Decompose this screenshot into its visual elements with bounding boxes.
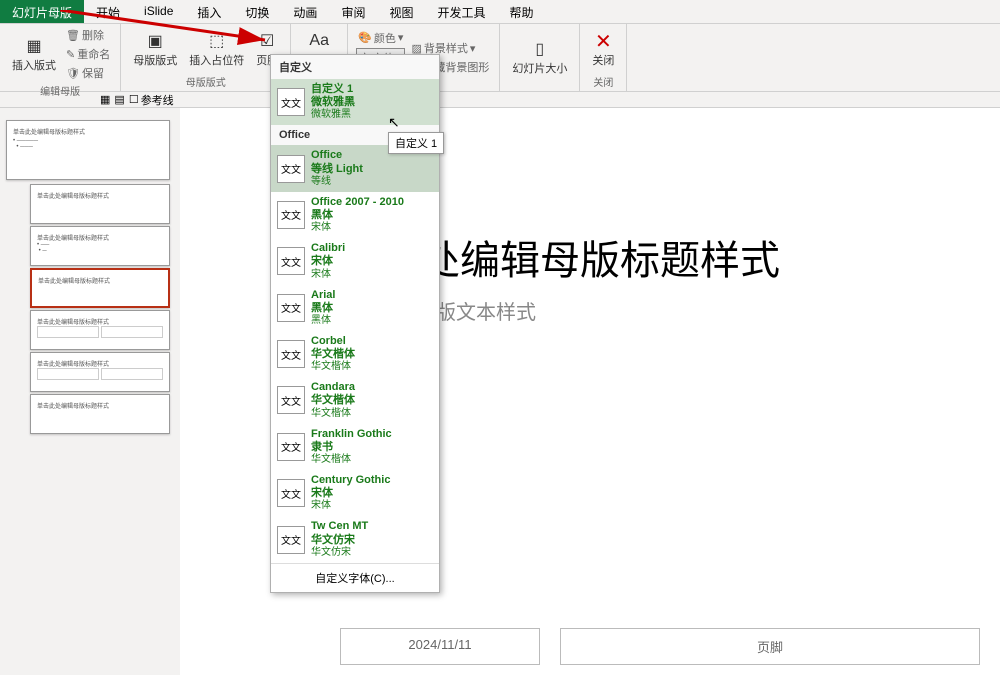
thumb-layout-4[interactable]: 单击此处编辑母版标题样式 [30, 310, 170, 350]
dropdown-header-custom: 自定义 [271, 55, 439, 79]
tab-transitions[interactable]: 切换 [233, 0, 281, 23]
ribbon-group-master-layout: ▣ 母版版式 ⬚ 插入占位符 ☑ 页脚 母版版式 [121, 24, 291, 91]
themes-icon: Aa [309, 31, 329, 51]
tab-islide[interactable]: iSlide [132, 0, 185, 23]
thumb-layout-6[interactable]: 单击此处编辑母版标题样式 [30, 394, 170, 434]
workspace: 单击此处编辑母版标题样式• ───── • ─── 单击此处编辑母版标题样式 单… [0, 108, 1000, 675]
guides-checkbox[interactable]: ☐参考线 [129, 92, 174, 108]
customize-fonts-button[interactable]: 自定义字体(C)... [271, 563, 439, 592]
thumb-layout-5[interactable]: 单击此处编辑母版标题样式 [30, 352, 170, 392]
checkbox-icon: ☐ [129, 93, 139, 106]
tab-animations[interactable]: 动画 [281, 0, 329, 23]
font-preview-icon: 文文 [277, 294, 305, 322]
layout-icon: ▦ [24, 36, 44, 56]
footer-placeholder[interactable]: 页脚 [560, 628, 980, 665]
group-label-edit-master: 编辑母版 [40, 83, 80, 98]
font-scheme-twcen[interactable]: 文文 Tw Cen MT华文仿宋华文仿宋 [271, 516, 439, 562]
delete-button[interactable]: 🗑删除 [64, 26, 112, 44]
font-scheme-century[interactable]: 文文 Century Gothic宋体宋体 [271, 470, 439, 516]
master-subtitle-placeholder[interactable]: 处编辑母版文本样式 [356, 296, 1000, 325]
close-master-button[interactable]: ✕ 关闭 关闭母版视图 [588, 29, 618, 70]
master-layout-icon: ▣ [145, 31, 165, 51]
group-label-master-layout: 母版版式 [186, 74, 226, 89]
thumb-layout-1[interactable]: 单击此处编辑母版标题样式 [30, 184, 170, 224]
ribbon-group-size: ▯ 幻灯片大小 [500, 24, 580, 91]
chevron-down-icon: ▾ [398, 31, 404, 44]
font-scheme-arial[interactable]: 文文 Arial黑体黑体 [271, 285, 439, 331]
font-preview-icon: 文文 [277, 88, 305, 116]
font-preview-icon: 文文 [277, 526, 305, 554]
tab-help[interactable]: 帮助 [497, 0, 545, 23]
chevron-down-icon: ▾ [470, 42, 476, 55]
font-preview-icon: 文文 [277, 433, 305, 461]
footer-icon: ☑ [257, 31, 277, 51]
slide-size-button[interactable]: ▯ 幻灯片大小 [508, 37, 571, 78]
cursor-icon: ↖ [388, 114, 400, 131]
font-preview-icon: 文文 [277, 247, 305, 275]
thumb-master[interactable]: 单击此处编辑母版标题样式• ───── • ─── [6, 120, 170, 180]
font-scheme-office-2007[interactable]: 文文 Office 2007 - 2010黑体宋体 [271, 192, 439, 238]
ribbon-group-close: ✕ 关闭 关闭母版视图 关闭 [580, 24, 627, 91]
font-scheme-custom-1[interactable]: 文文 自定义 1微软雅黑微软雅黑 [271, 79, 439, 125]
ruler-bar: ▦ ▤ ☐参考线 [0, 92, 1000, 108]
insert-layout-label: 插入版式 [12, 57, 56, 73]
preserve-button[interactable]: 🛡保留 [64, 64, 112, 82]
tooltip: 自定义 1 [388, 132, 444, 154]
font-scheme-franklin[interactable]: 文文 Franklin Gothic隶书华文楷体 [271, 424, 439, 470]
placeholder-icon: ⬚ [207, 31, 227, 51]
ribbon-tabs: 幻灯片母版 开始 iSlide 插入 切换 动画 审阅 视图 开发工具 帮助 [0, 0, 1000, 24]
font-preview-icon: 文文 [277, 340, 305, 368]
thumb-layout-3[interactable]: 单击此处编辑母版标题样式 [30, 268, 170, 308]
ribbon: ▦ 插入版式 🗑删除 ✎重命名 🛡保留 编辑母版 ▣ 母版版式 ⬚ 插入占位符 … [0, 24, 1000, 92]
insert-layout-button[interactable]: ▦ 插入版式 [8, 34, 60, 75]
delete-icon: 🗑 [66, 29, 80, 42]
size-icon: ▯ [530, 39, 550, 59]
colors-button[interactable]: 🎨颜色▾ [356, 29, 405, 47]
colors-icon: 🎨 [358, 31, 372, 44]
font-preview-icon: 文文 [277, 386, 305, 414]
tab-review[interactable]: 审阅 [329, 0, 377, 23]
rename-icon: ✎ [66, 48, 75, 61]
tab-insert[interactable]: 插入 [185, 0, 233, 23]
font-preview-icon: 文文 [277, 479, 305, 507]
font-scheme-candara[interactable]: 文文 Candara华文楷体华文楷体 [271, 377, 439, 423]
tab-slide-master[interactable]: 幻灯片母版 [0, 0, 84, 23]
font-scheme-calibri[interactable]: 文文 Calibri宋体宋体 [271, 238, 439, 284]
master-layout-button[interactable]: ▣ 母版版式 [129, 29, 181, 70]
tab-dev[interactable]: 开发工具 [425, 0, 497, 23]
font-preview-icon: 文文 [277, 155, 305, 183]
ruler-icon-2: ▤ [114, 93, 124, 106]
group-label-close: 关闭 [593, 74, 613, 89]
ribbon-group-edit-master: ▦ 插入版式 🗑删除 ✎重命名 🛡保留 编辑母版 [0, 24, 121, 91]
thumbnail-panel[interactable]: 单击此处编辑母版标题样式• ───── • ─── 单击此处编辑母版标题样式 单… [0, 108, 180, 675]
tab-home[interactable]: 开始 [84, 0, 132, 23]
thumb-layout-2[interactable]: 单击此处编辑母版标题样式• ── • ─ [30, 226, 170, 266]
insert-placeholder-button[interactable]: ⬚ 插入占位符 [185, 29, 248, 70]
font-preview-icon: 文文 [277, 201, 305, 229]
date-placeholder[interactable]: 2024/11/11 [340, 628, 540, 665]
close-icon: ✕ [593, 31, 613, 51]
font-scheme-corbel[interactable]: 文文 Corbel华文楷体华文楷体 [271, 331, 439, 377]
bg-icon: ▨ [411, 42, 421, 55]
preserve-icon: 🛡 [66, 67, 80, 80]
ruler-icon: ▦ [100, 93, 110, 106]
rename-button[interactable]: ✎重命名 [64, 45, 112, 63]
tab-view[interactable]: 视图 [377, 0, 425, 23]
